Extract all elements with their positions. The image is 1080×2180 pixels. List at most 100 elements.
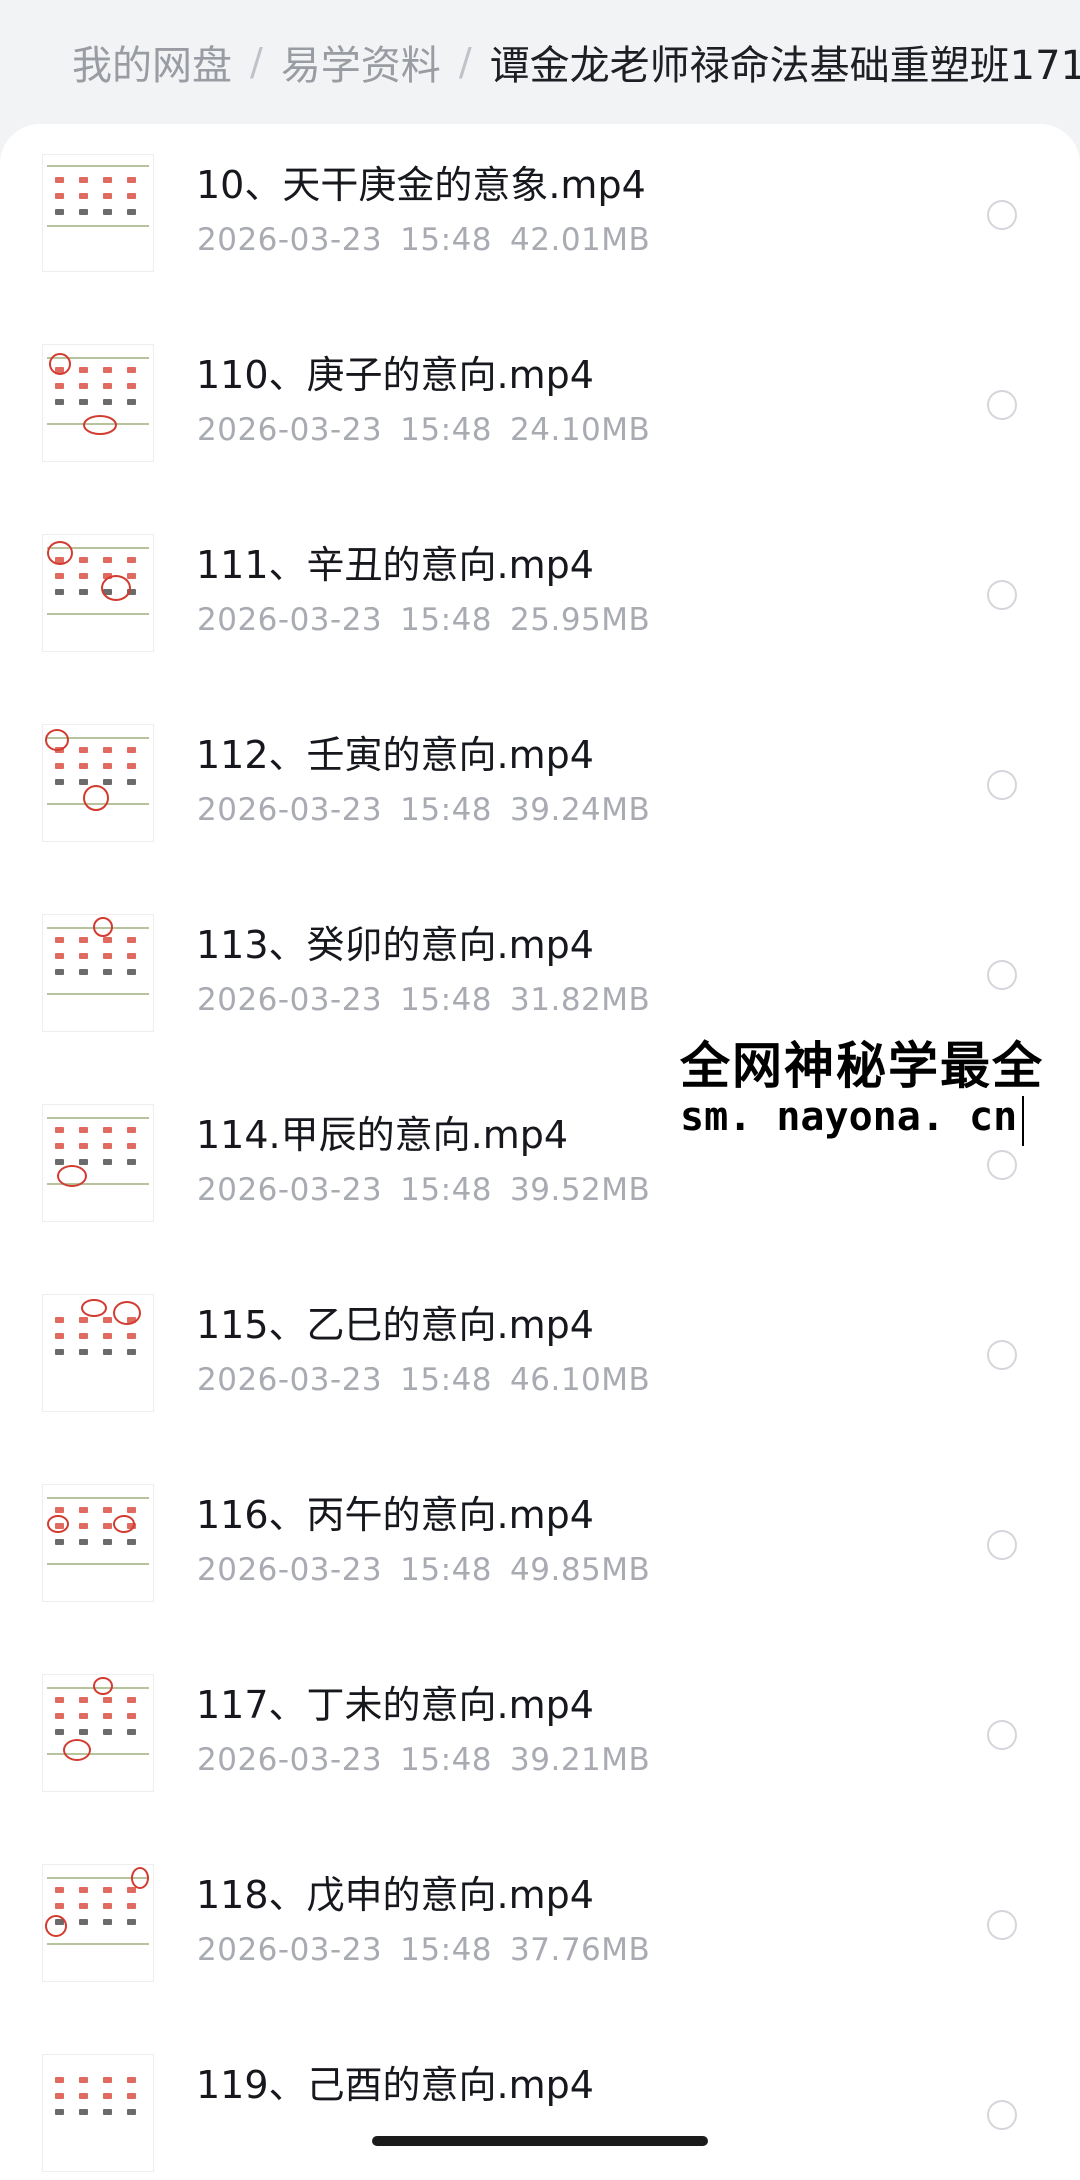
radio-circle-icon[interactable] <box>987 1530 1017 1560</box>
thumbnail-annotation-circle <box>93 1677 113 1695</box>
thumbnail-glyph <box>103 383 112 389</box>
radio-circle-icon[interactable] <box>987 1910 1017 1940</box>
thumbnail-annotation-circle <box>131 1867 149 1889</box>
thumbnail-glyph <box>127 209 136 215</box>
thumbnail-glyph <box>79 1713 88 1719</box>
radio-circle-icon[interactable] <box>987 960 1017 990</box>
thumbnail-glyph <box>127 1713 136 1719</box>
video-thumbnail <box>42 1484 154 1602</box>
thumbnail-glyph <box>127 1919 136 1925</box>
file-row[interactable]: 116、丙午的意向.mp4 2026-03-23 15:48 49.85MB <box>0 1454 1080 1644</box>
thumbnail-glyph <box>79 1143 88 1149</box>
file-name: 115、乙巳的意向.mp4 <box>196 1303 594 1347</box>
thumbnail-annotation-circle <box>63 1739 91 1761</box>
radio-circle-icon[interactable] <box>987 1150 1017 1180</box>
file-meta: 2026-03-23 15:48 42.01MB <box>197 222 668 258</box>
breadcrumb-folder[interactable]: 易学资料 <box>281 33 441 91</box>
thumbnail-glyph <box>79 209 88 215</box>
home-indicator[interactable] <box>372 2136 708 2146</box>
breadcrumb-root[interactable]: 我的网盘 <box>72 33 232 91</box>
file-name: 114.甲辰的意向.mp4 <box>196 1113 569 1157</box>
thumbnail-rule-line <box>47 613 149 615</box>
file-size: 39.24MB <box>510 792 651 828</box>
file-name: 110、庚子的意向.mp4 <box>196 353 594 397</box>
file-name: 112、壬寅的意向.mp4 <box>196 733 594 777</box>
thumbnail-glyph <box>79 747 88 753</box>
thumbnail-glyph <box>127 1539 136 1545</box>
thumbnail-glyph <box>79 1887 88 1893</box>
thumbnail-glyph <box>103 937 112 943</box>
watermark-overlay: 全网神秘学最全 sm. nayona. cn <box>676 1022 1080 1150</box>
thumbnail-glyph <box>127 747 136 753</box>
thumbnail-annotation-circle <box>47 541 73 565</box>
thumbnail-annotation-circle <box>113 1301 141 1325</box>
file-row[interactable]: 111、辛丑的意向.mp4 2026-03-23 15:48 25.95MB <box>0 504 1080 694</box>
video-thumbnail <box>42 344 154 462</box>
thumbnail-glyph <box>79 1729 88 1735</box>
file-meta: 2026-03-23 15:48 25.95MB <box>197 602 668 638</box>
radio-circle-icon[interactable] <box>987 770 1017 800</box>
radio-circle-icon[interactable] <box>987 2100 1017 2130</box>
file-size: 24.10MB <box>510 412 651 448</box>
thumbnail-glyph <box>127 1697 136 1703</box>
thumbnail-glyph <box>55 969 64 975</box>
thumbnail-glyph <box>55 399 64 405</box>
thumbnail-annotation-circle <box>47 1515 69 1533</box>
thumbnail-glyph <box>55 383 64 389</box>
thumbnail-glyph <box>79 193 88 199</box>
file-time: 15:48 <box>400 1172 493 1208</box>
file-date: 2026-03-23 <box>197 1742 383 1778</box>
thumbnail-glyph <box>79 2093 88 2099</box>
thumbnail-glyph <box>55 763 64 769</box>
file-size: 42.01MB <box>510 222 651 258</box>
file-row[interactable]: 115、乙巳的意向.mp4 2026-03-23 15:48 46.10MB <box>0 1264 1080 1454</box>
thumbnail-glyph <box>55 193 64 199</box>
thumbnail-glyph <box>103 1713 112 1719</box>
video-thumbnail <box>42 534 154 652</box>
thumbnail-glyph <box>103 1317 112 1323</box>
thumbnail-glyph <box>79 557 88 563</box>
radio-circle-icon[interactable] <box>987 1720 1017 1750</box>
thumbnail-glyph <box>55 937 64 943</box>
radio-circle-icon[interactable] <box>987 580 1017 610</box>
file-time: 15:48 <box>400 1932 493 1968</box>
file-size: 49.85MB <box>510 1552 651 1588</box>
file-meta: 2026-03-23 15:48 39.21MB <box>197 1742 668 1778</box>
thumbnail-glyph <box>55 1887 64 1893</box>
thumbnail-rule-line <box>47 1753 149 1755</box>
video-thumbnail <box>42 1294 154 1412</box>
thumbnail-glyph <box>79 953 88 959</box>
file-row[interactable]: 110、庚子的意向.mp4 2026-03-23 15:48 24.10MB <box>0 314 1080 504</box>
radio-circle-icon[interactable] <box>987 1340 1017 1370</box>
file-list-panel: 10、天干庚金的意象.mp4 2026-03-23 15:48 42.01MB 110、… <box>0 124 1080 2180</box>
file-size: 25.95MB <box>510 602 651 638</box>
file-name: 119、己酉的意向.mp4 <box>196 2063 594 2107</box>
thumbnail-rule-line <box>47 165 149 167</box>
watermark-title: 全网神秘学最全 <box>680 1037 1044 1095</box>
file-row[interactable]: 112、壬寅的意向.mp4 2026-03-23 15:48 39.24MB <box>0 694 1080 884</box>
thumbnail-glyph <box>55 2077 64 2083</box>
thumbnail-glyph <box>55 1697 64 1703</box>
thumbnail-glyph <box>103 1143 112 1149</box>
video-thumbnail <box>42 2054 154 2172</box>
thumbnail-glyph <box>55 1539 64 1545</box>
file-name: 113、癸卯的意向.mp4 <box>196 923 594 967</box>
thumbnail-glyph <box>127 573 136 579</box>
file-time: 15:48 <box>400 1552 493 1588</box>
file-row[interactable]: 119、己酉的意向.mp4 <box>0 2024 1080 2180</box>
thumbnail-glyph <box>127 1507 136 1513</box>
thumbnail-annotation-circle <box>45 729 69 751</box>
thumbnail-glyph <box>79 589 88 595</box>
thumbnail-annotation-circle <box>57 1165 87 1187</box>
file-row[interactable]: 118、戊申的意向.mp4 2026-03-23 15:48 37.76MB <box>0 1834 1080 2024</box>
file-date: 2026-03-23 <box>197 792 383 828</box>
video-thumbnail <box>42 1104 154 1222</box>
thumbnail-glyph <box>79 399 88 405</box>
radio-circle-icon[interactable] <box>987 200 1017 230</box>
file-size: 39.52MB <box>510 1172 651 1208</box>
file-row[interactable]: 10、天干庚金的意象.mp4 2026-03-23 15:48 42.01MB <box>0 124 1080 314</box>
file-meta: 2026-03-23 15:48 31.82MB <box>197 982 668 1018</box>
file-row[interactable]: 117、丁未的意向.mp4 2026-03-23 15:48 39.21MB <box>0 1644 1080 1834</box>
thumbnail-glyph <box>127 557 136 563</box>
radio-circle-icon[interactable] <box>987 390 1017 420</box>
